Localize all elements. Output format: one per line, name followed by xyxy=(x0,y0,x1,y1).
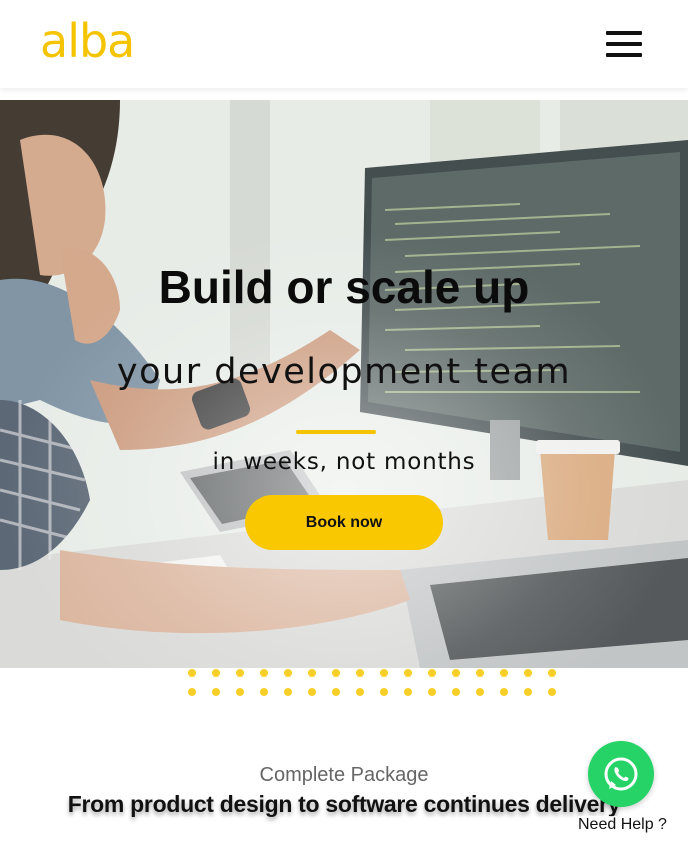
decor-dot xyxy=(284,688,292,696)
decor-dot xyxy=(380,688,388,696)
page: alba Build or scale up your development … xyxy=(0,0,688,854)
decor-dot xyxy=(212,669,220,677)
hero-divider xyxy=(296,430,376,434)
decor-dot xyxy=(380,669,388,677)
decor-dot xyxy=(548,669,556,677)
menu-bar xyxy=(606,31,642,35)
decor-dot xyxy=(212,688,220,696)
decor-dot xyxy=(308,669,316,677)
decor-dot xyxy=(188,669,196,677)
dots-decoration xyxy=(188,669,568,697)
menu-bar xyxy=(606,53,642,57)
decor-dot xyxy=(500,688,508,696)
decor-dot xyxy=(404,669,412,677)
decor-dot xyxy=(260,669,268,677)
hero-title: Build or scale up xyxy=(158,261,530,313)
decor-dot xyxy=(236,669,244,677)
decor-dot xyxy=(332,669,340,677)
need-help-label[interactable]: Need Help ? xyxy=(578,816,678,834)
menu-bar xyxy=(606,42,642,46)
decor-dot xyxy=(356,688,364,696)
decor-dot xyxy=(428,688,436,696)
decor-dot xyxy=(356,669,364,677)
decor-dot xyxy=(452,688,460,696)
decor-dot xyxy=(452,669,460,677)
decor-dot xyxy=(524,688,532,696)
decor-dot xyxy=(308,688,316,696)
decor-dot xyxy=(260,688,268,696)
decor-dot xyxy=(548,688,556,696)
book-now-button[interactable]: Book now xyxy=(245,495,443,550)
decor-dot xyxy=(524,669,532,677)
alba-logo[interactable]: alba xyxy=(40,18,135,64)
decor-dot xyxy=(428,669,436,677)
hero-section: Build or scale up your development team … xyxy=(0,100,688,668)
decor-dot xyxy=(476,688,484,696)
decor-dot xyxy=(332,688,340,696)
decor-dot xyxy=(284,669,292,677)
whatsapp-icon xyxy=(604,757,638,791)
decor-dot xyxy=(500,669,508,677)
hero-tagline: in weeks, not months xyxy=(212,449,476,475)
decor-dot xyxy=(404,688,412,696)
hero-subtitle: your development team xyxy=(116,352,572,392)
decor-dot xyxy=(188,688,196,696)
section-title: From product design to software continue… xyxy=(67,791,621,817)
decor-dot xyxy=(476,669,484,677)
section-eyebrow: Complete Package xyxy=(259,764,429,786)
decor-dot xyxy=(236,688,244,696)
hamburger-menu-icon[interactable] xyxy=(606,31,642,57)
site-header: alba xyxy=(0,0,688,88)
whatsapp-button[interactable] xyxy=(588,741,654,807)
